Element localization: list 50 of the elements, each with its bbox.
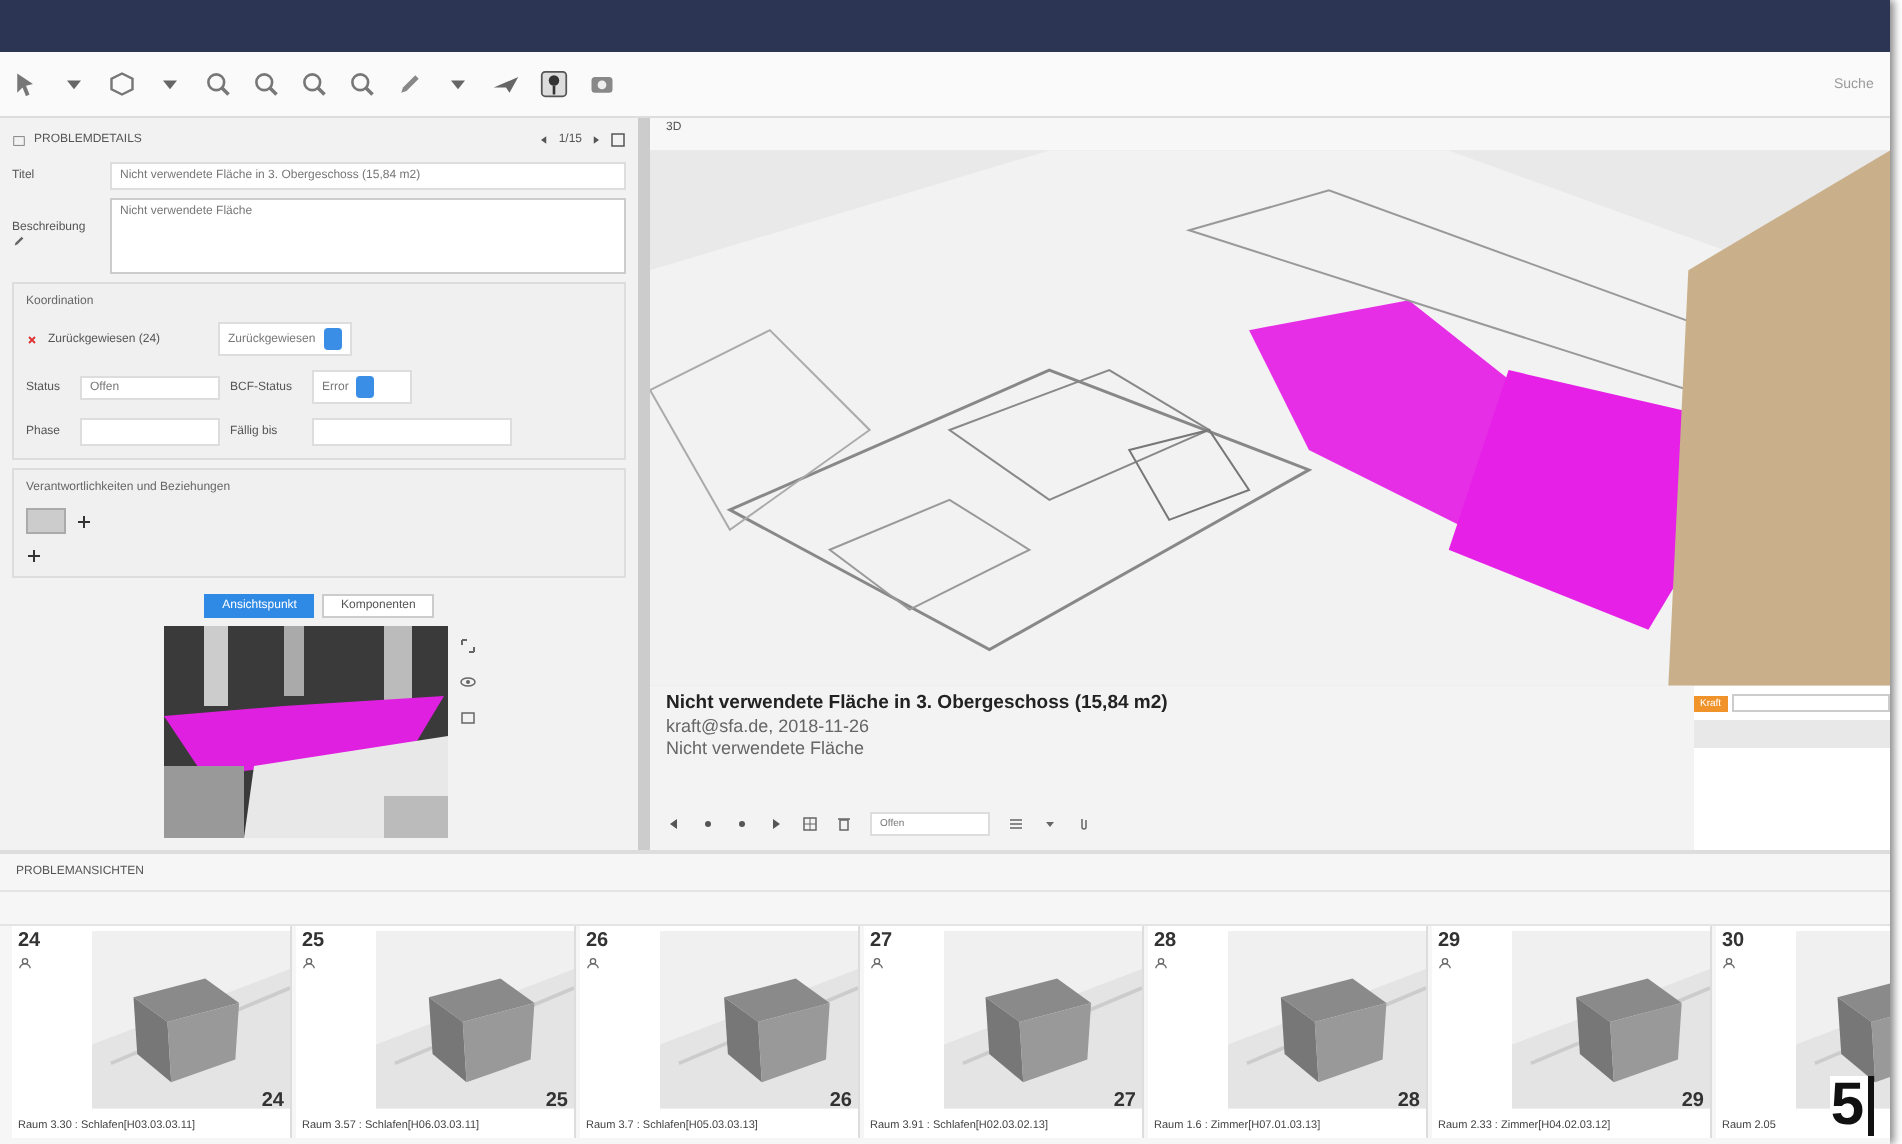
grid-icon[interactable]: [802, 816, 818, 832]
pencil-icon[interactable]: [12, 233, 26, 247]
next-icon[interactable]: [590, 134, 602, 146]
person-icon: [870, 956, 884, 970]
view-number: 26: [829, 1090, 852, 1112]
eye-icon[interactable]: [459, 674, 475, 690]
attachment-icon[interactable]: [1076, 816, 1092, 832]
person-icon: [586, 956, 600, 970]
add-icon[interactable]: [26, 548, 42, 564]
view-number: 24: [18, 930, 43, 952]
person-icon: [1154, 956, 1168, 970]
person-icon: [1438, 956, 1452, 970]
view-number: 25: [545, 1090, 568, 1112]
expand-icon[interactable]: [459, 638, 475, 654]
view-number: 28: [1154, 930, 1179, 952]
close-icon[interactable]: [26, 333, 38, 345]
caret-icon[interactable]: [1042, 816, 1058, 832]
issue-title: Nicht verwendete Fläche in 3. Obergeschoss (15,84 m2): [666, 692, 1170, 714]
view-number: 29: [1438, 930, 1463, 952]
person-icon: [18, 956, 32, 970]
person-icon: [1722, 956, 1736, 970]
zoom-icon[interactable]: [300, 70, 328, 98]
list-icon[interactable]: [1008, 816, 1024, 832]
marker-icon[interactable]: [540, 70, 568, 98]
view-number: 30: [1722, 930, 1747, 952]
due-date-field[interactable]: [312, 418, 512, 446]
view-number: 27: [1113, 1090, 1136, 1112]
issue-author: kraft@sfa.de, 2018-11-26: [666, 716, 872, 736]
add-icon[interactable]: [76, 513, 92, 529]
view-number: 26: [586, 930, 611, 952]
view-number: 27: [870, 930, 895, 952]
page-number: 5: [1830, 1076, 1874, 1136]
trash-icon[interactable]: [836, 816, 852, 832]
zoom-icon[interactable]: [204, 70, 232, 98]
image-icon[interactable]: [459, 710, 475, 726]
zoom-icon[interactable]: [348, 70, 376, 98]
window-icon[interactable]: [610, 132, 626, 148]
zoom-icon[interactable]: [252, 70, 280, 98]
view-number: 29: [1681, 1090, 1704, 1112]
previous-icon[interactable]: [538, 134, 551, 146]
view-number: 24: [261, 1090, 284, 1112]
previous-icon[interactable]: [666, 816, 682, 832]
next-icon[interactable]: [768, 816, 784, 832]
view-number: 25: [302, 930, 327, 952]
tag-field[interactable]: [1731, 694, 1890, 712]
view-number: 28: [1397, 1090, 1420, 1112]
panel-icon: [12, 133, 26, 147]
issue-description: Nicht verwendete Fläche: [666, 738, 867, 758]
person-icon: [302, 956, 316, 970]
pencil-icon[interactable]: [396, 70, 424, 98]
